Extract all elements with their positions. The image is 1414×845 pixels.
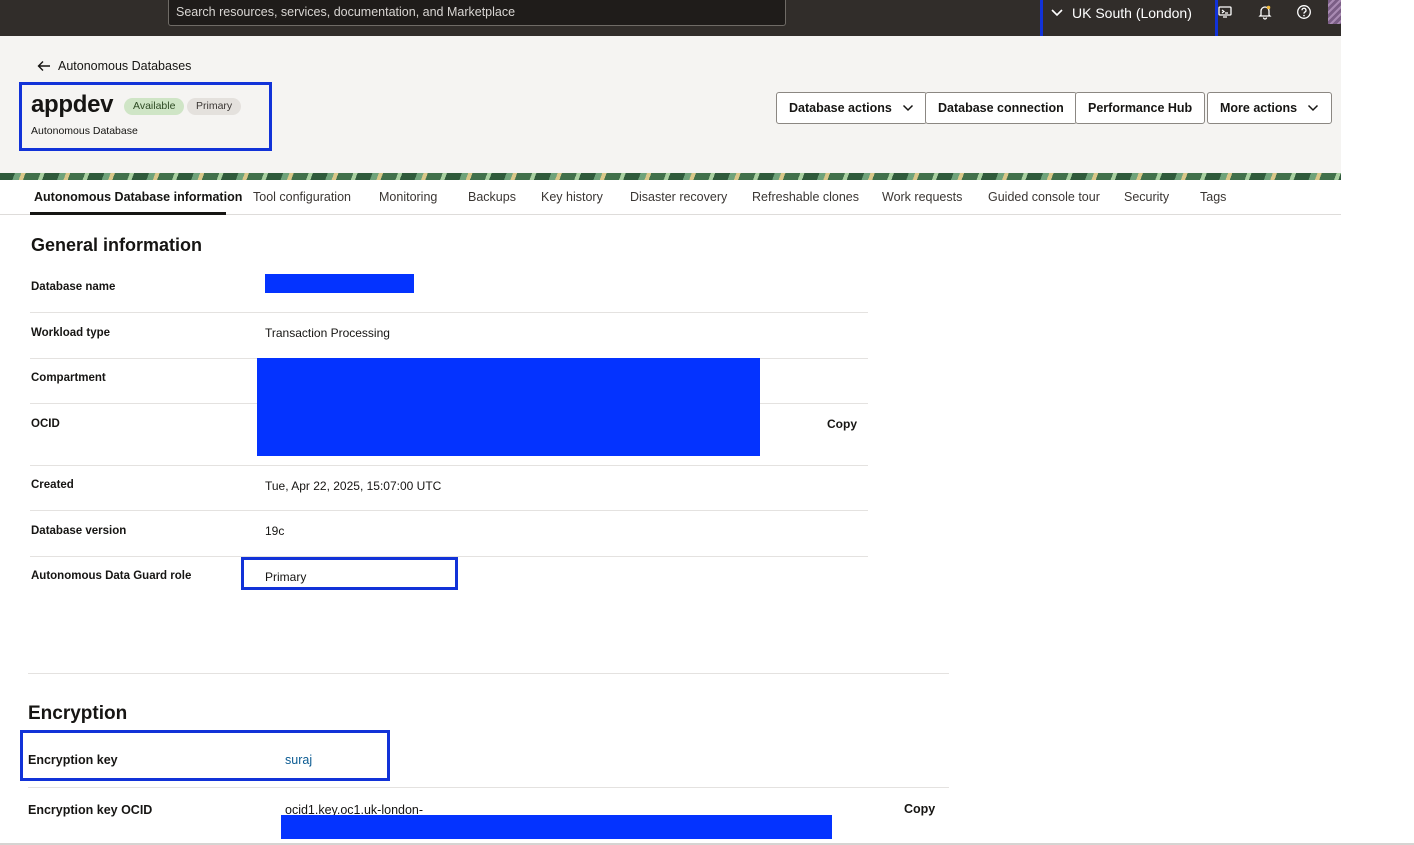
tab-guided-console-tour[interactable]: Guided console tour xyxy=(988,190,1100,204)
general-information-heading: General information xyxy=(31,235,203,255)
breadcrumb[interactable]: Autonomous Databases xyxy=(37,59,191,73)
search-input[interactable]: Search resources, services, documentatio… xyxy=(168,0,786,26)
more-actions-label: More actions xyxy=(1220,101,1298,115)
ocid-label: OCID xyxy=(31,418,60,430)
encryption-key-ocid-redacted xyxy=(281,815,832,839)
chevron-down-icon xyxy=(1308,104,1319,112)
arrow-left-icon xyxy=(37,61,50,71)
tab-key-history[interactable]: Key history xyxy=(541,190,603,204)
ocid-copy-link[interactable]: Copy xyxy=(827,417,857,431)
database-connection-label: Database connection xyxy=(938,101,1064,115)
encryption-key-ocid-copy-link[interactable]: Copy xyxy=(904,802,935,816)
database-actions-label: Database actions xyxy=(789,101,892,115)
avatar[interactable] xyxy=(1328,0,1341,24)
database-name-label: Database name xyxy=(31,281,116,293)
workload-type-label: Workload type xyxy=(31,327,111,339)
tab-refreshable-clones[interactable]: Refreshable clones xyxy=(752,190,859,204)
performance-hub-button[interactable]: Performance Hub xyxy=(1075,92,1206,124)
help-icon[interactable] xyxy=(1296,4,1312,20)
created-value: Tue, Apr 22, 2025, 15:07:00 UTC xyxy=(265,479,442,493)
database-actions-button[interactable]: Database actions xyxy=(776,92,927,124)
active-tab-indicator xyxy=(30,212,226,215)
encryption-key-ocid-label: Encryption key OCID xyxy=(28,803,153,817)
tab-tool-configuration[interactable]: Tool configuration xyxy=(253,190,351,204)
row-divider xyxy=(28,787,949,788)
tab-bar: Autonomous Database information Tool con… xyxy=(0,180,1341,215)
tab-tags[interactable]: Tags xyxy=(1200,190,1226,204)
tab-security[interactable]: Security xyxy=(1124,190,1169,204)
database-version-value: 19c xyxy=(265,524,285,538)
compartment-ocid-value-redacted xyxy=(257,358,760,456)
title-highlight-box xyxy=(19,82,272,151)
database-name-value-redacted xyxy=(265,274,414,293)
data-guard-role-label: Autonomous Data Guard role xyxy=(31,570,192,582)
performance-hub-label: Performance Hub xyxy=(1088,101,1193,115)
created-label: Created xyxy=(31,479,74,491)
tab-work-requests[interactable]: Work requests xyxy=(882,190,962,204)
cloud-shell-icon[interactable] xyxy=(1217,4,1233,20)
workload-type-value: Transaction Processing xyxy=(265,326,390,340)
header-banner xyxy=(0,173,1341,180)
chevron-down-icon xyxy=(902,104,913,112)
compartment-label: Compartment xyxy=(31,372,106,384)
breadcrumb-label: Autonomous Databases xyxy=(58,59,192,73)
database-version-label: Database version xyxy=(31,525,127,537)
bell-icon[interactable] xyxy=(1257,4,1273,20)
more-actions-button[interactable]: More actions xyxy=(1207,92,1333,124)
section-divider xyxy=(28,673,949,674)
encryption-key-highlight-box xyxy=(20,730,390,781)
tab-disaster-recovery[interactable]: Disaster recovery xyxy=(630,190,727,204)
tab-monitoring[interactable]: Monitoring xyxy=(379,190,437,204)
tab-autonomous-database-information[interactable]: Autonomous Database information xyxy=(34,190,242,204)
row-divider xyxy=(30,465,868,466)
row-divider xyxy=(30,312,868,313)
database-connection-button[interactable]: Database connection xyxy=(925,92,1077,124)
data-guard-role-highlight-box xyxy=(241,557,458,590)
encryption-heading: Encryption xyxy=(28,703,128,724)
tab-backups[interactable]: Backups xyxy=(468,190,516,204)
row-divider xyxy=(30,510,868,511)
